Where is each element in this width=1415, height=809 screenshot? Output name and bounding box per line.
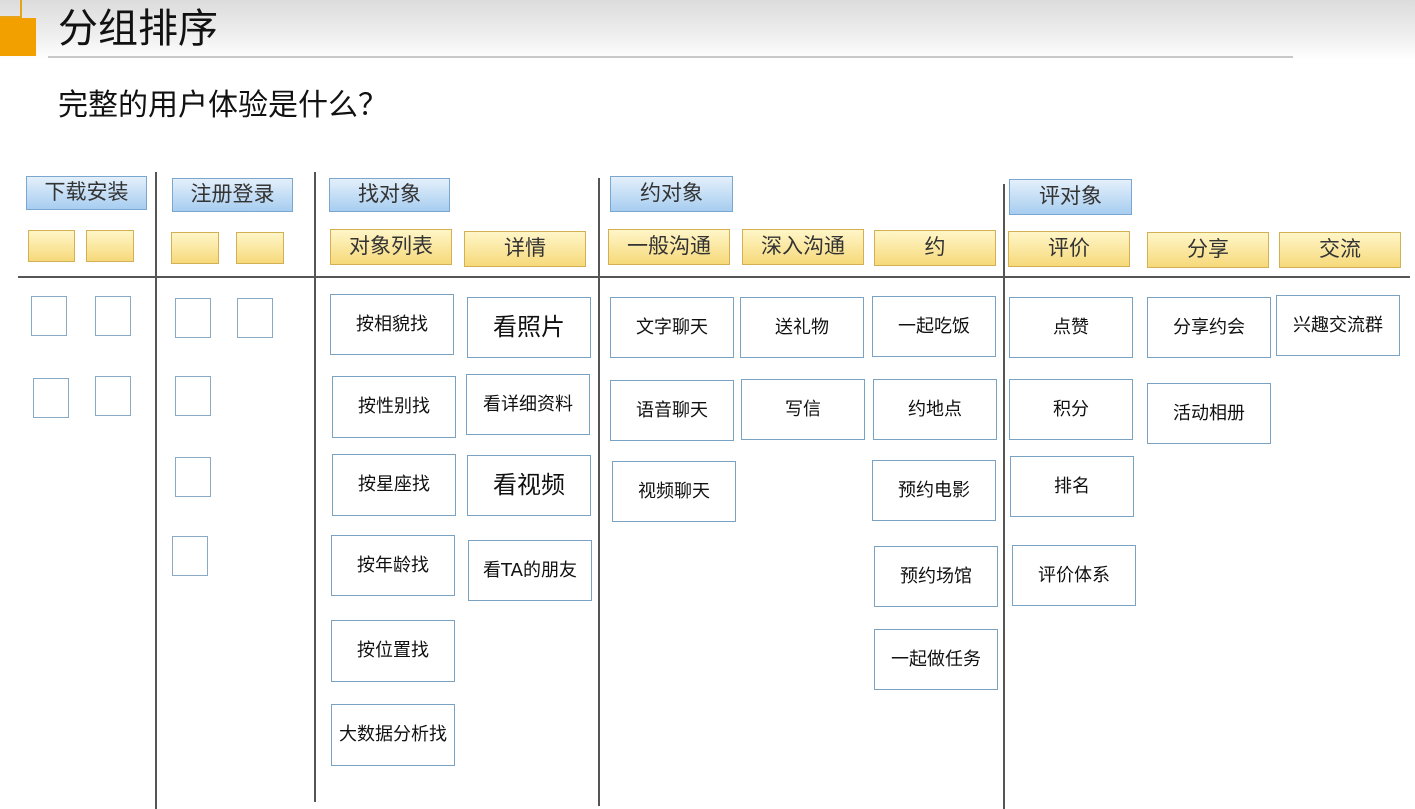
item-text-chat[interactable]: 文字聊天 <box>610 297 734 358</box>
placeholder-box <box>33 378 69 418</box>
placeholder-box <box>95 296 131 336</box>
item-by-age[interactable]: 按年龄找 <box>331 535 455 596</box>
item-video-chat[interactable]: 视频聊天 <box>612 461 736 522</box>
item-by-looks[interactable]: 按相貌找 <box>330 294 454 355</box>
item-voice-chat[interactable]: 语音聊天 <box>610 380 734 441</box>
placeholder-box <box>95 376 131 416</box>
group-rate[interactable]: 评价 <box>1008 231 1130 267</box>
item-by-zodiac[interactable]: 按星座找 <box>332 454 456 516</box>
stage-review[interactable]: 评对象 <box>1009 179 1132 215</box>
item-video[interactable]: 看视频 <box>467 455 591 516</box>
item-ranking[interactable]: 排名 <box>1010 456 1134 517</box>
page-title: 分组排序 <box>58 6 218 52</box>
group-list[interactable]: 对象列表 <box>330 229 452 265</box>
title-divider <box>48 56 1293 58</box>
item-album[interactable]: 活动相册 <box>1147 383 1271 444</box>
item-interest-group[interactable]: 兴趣交流群 <box>1276 295 1400 356</box>
item-venue[interactable]: 预约场馆 <box>874 546 998 607</box>
stage-date[interactable]: 约对象 <box>610 176 733 212</box>
item-profile[interactable]: 看详细资料 <box>466 374 590 435</box>
group-exchange[interactable]: 交流 <box>1279 232 1401 268</box>
placeholder-box <box>31 296 67 336</box>
item-by-location[interactable]: 按位置找 <box>331 620 455 682</box>
item-task[interactable]: 一起做任务 <box>874 629 998 690</box>
stage-find[interactable]: 找对象 <box>329 178 450 212</box>
item-share-date[interactable]: 分享约会 <box>1147 297 1271 358</box>
item-friends[interactable]: 看TA的朋友 <box>468 540 592 601</box>
group-share[interactable]: 分享 <box>1147 232 1269 268</box>
group-detail[interactable]: 详情 <box>464 231 586 267</box>
item-by-bigdata[interactable]: 大数据分析找 <box>331 704 455 766</box>
item-movie[interactable]: 预约电影 <box>872 460 996 521</box>
group-meet[interactable]: 约 <box>874 230 996 266</box>
group-empty-4 <box>236 232 284 264</box>
placeholder-box <box>175 457 211 497</box>
item-dinner[interactable]: 一起吃饭 <box>872 296 996 357</box>
group-deep[interactable]: 深入沟通 <box>742 229 864 265</box>
item-like[interactable]: 点赞 <box>1009 297 1133 358</box>
header-accent-outline <box>0 0 22 18</box>
item-by-gender[interactable]: 按性别找 <box>332 376 456 438</box>
group-empty-1 <box>28 230 75 262</box>
placeholder-box <box>237 298 273 338</box>
item-photos[interactable]: 看照片 <box>467 297 591 358</box>
placeholder-box <box>175 298 211 338</box>
placeholder-box <box>172 536 208 576</box>
placeholder-box <box>175 376 211 416</box>
item-gift[interactable]: 送礼物 <box>740 297 864 358</box>
column-divider-3 <box>598 178 600 806</box>
item-points[interactable]: 积分 <box>1009 379 1133 440</box>
group-empty-2 <box>86 230 134 262</box>
group-empty-3 <box>171 232 219 264</box>
column-divider-2 <box>314 172 316 802</box>
item-letter[interactable]: 写信 <box>741 379 865 440</box>
column-divider-1 <box>155 172 157 809</box>
header-row-divider <box>18 276 1410 278</box>
stage-download[interactable]: 下载安装 <box>26 176 147 210</box>
page-subtitle: 完整的用户体验是什么？ <box>58 88 388 123</box>
header-accent-block <box>0 18 36 56</box>
item-rating-system[interactable]: 评价体系 <box>1012 545 1136 606</box>
group-chat[interactable]: 一般沟通 <box>608 229 730 265</box>
column-divider-4 <box>1003 184 1005 809</box>
stage-register[interactable]: 注册登录 <box>172 178 293 212</box>
item-place[interactable]: 约地点 <box>873 379 997 440</box>
